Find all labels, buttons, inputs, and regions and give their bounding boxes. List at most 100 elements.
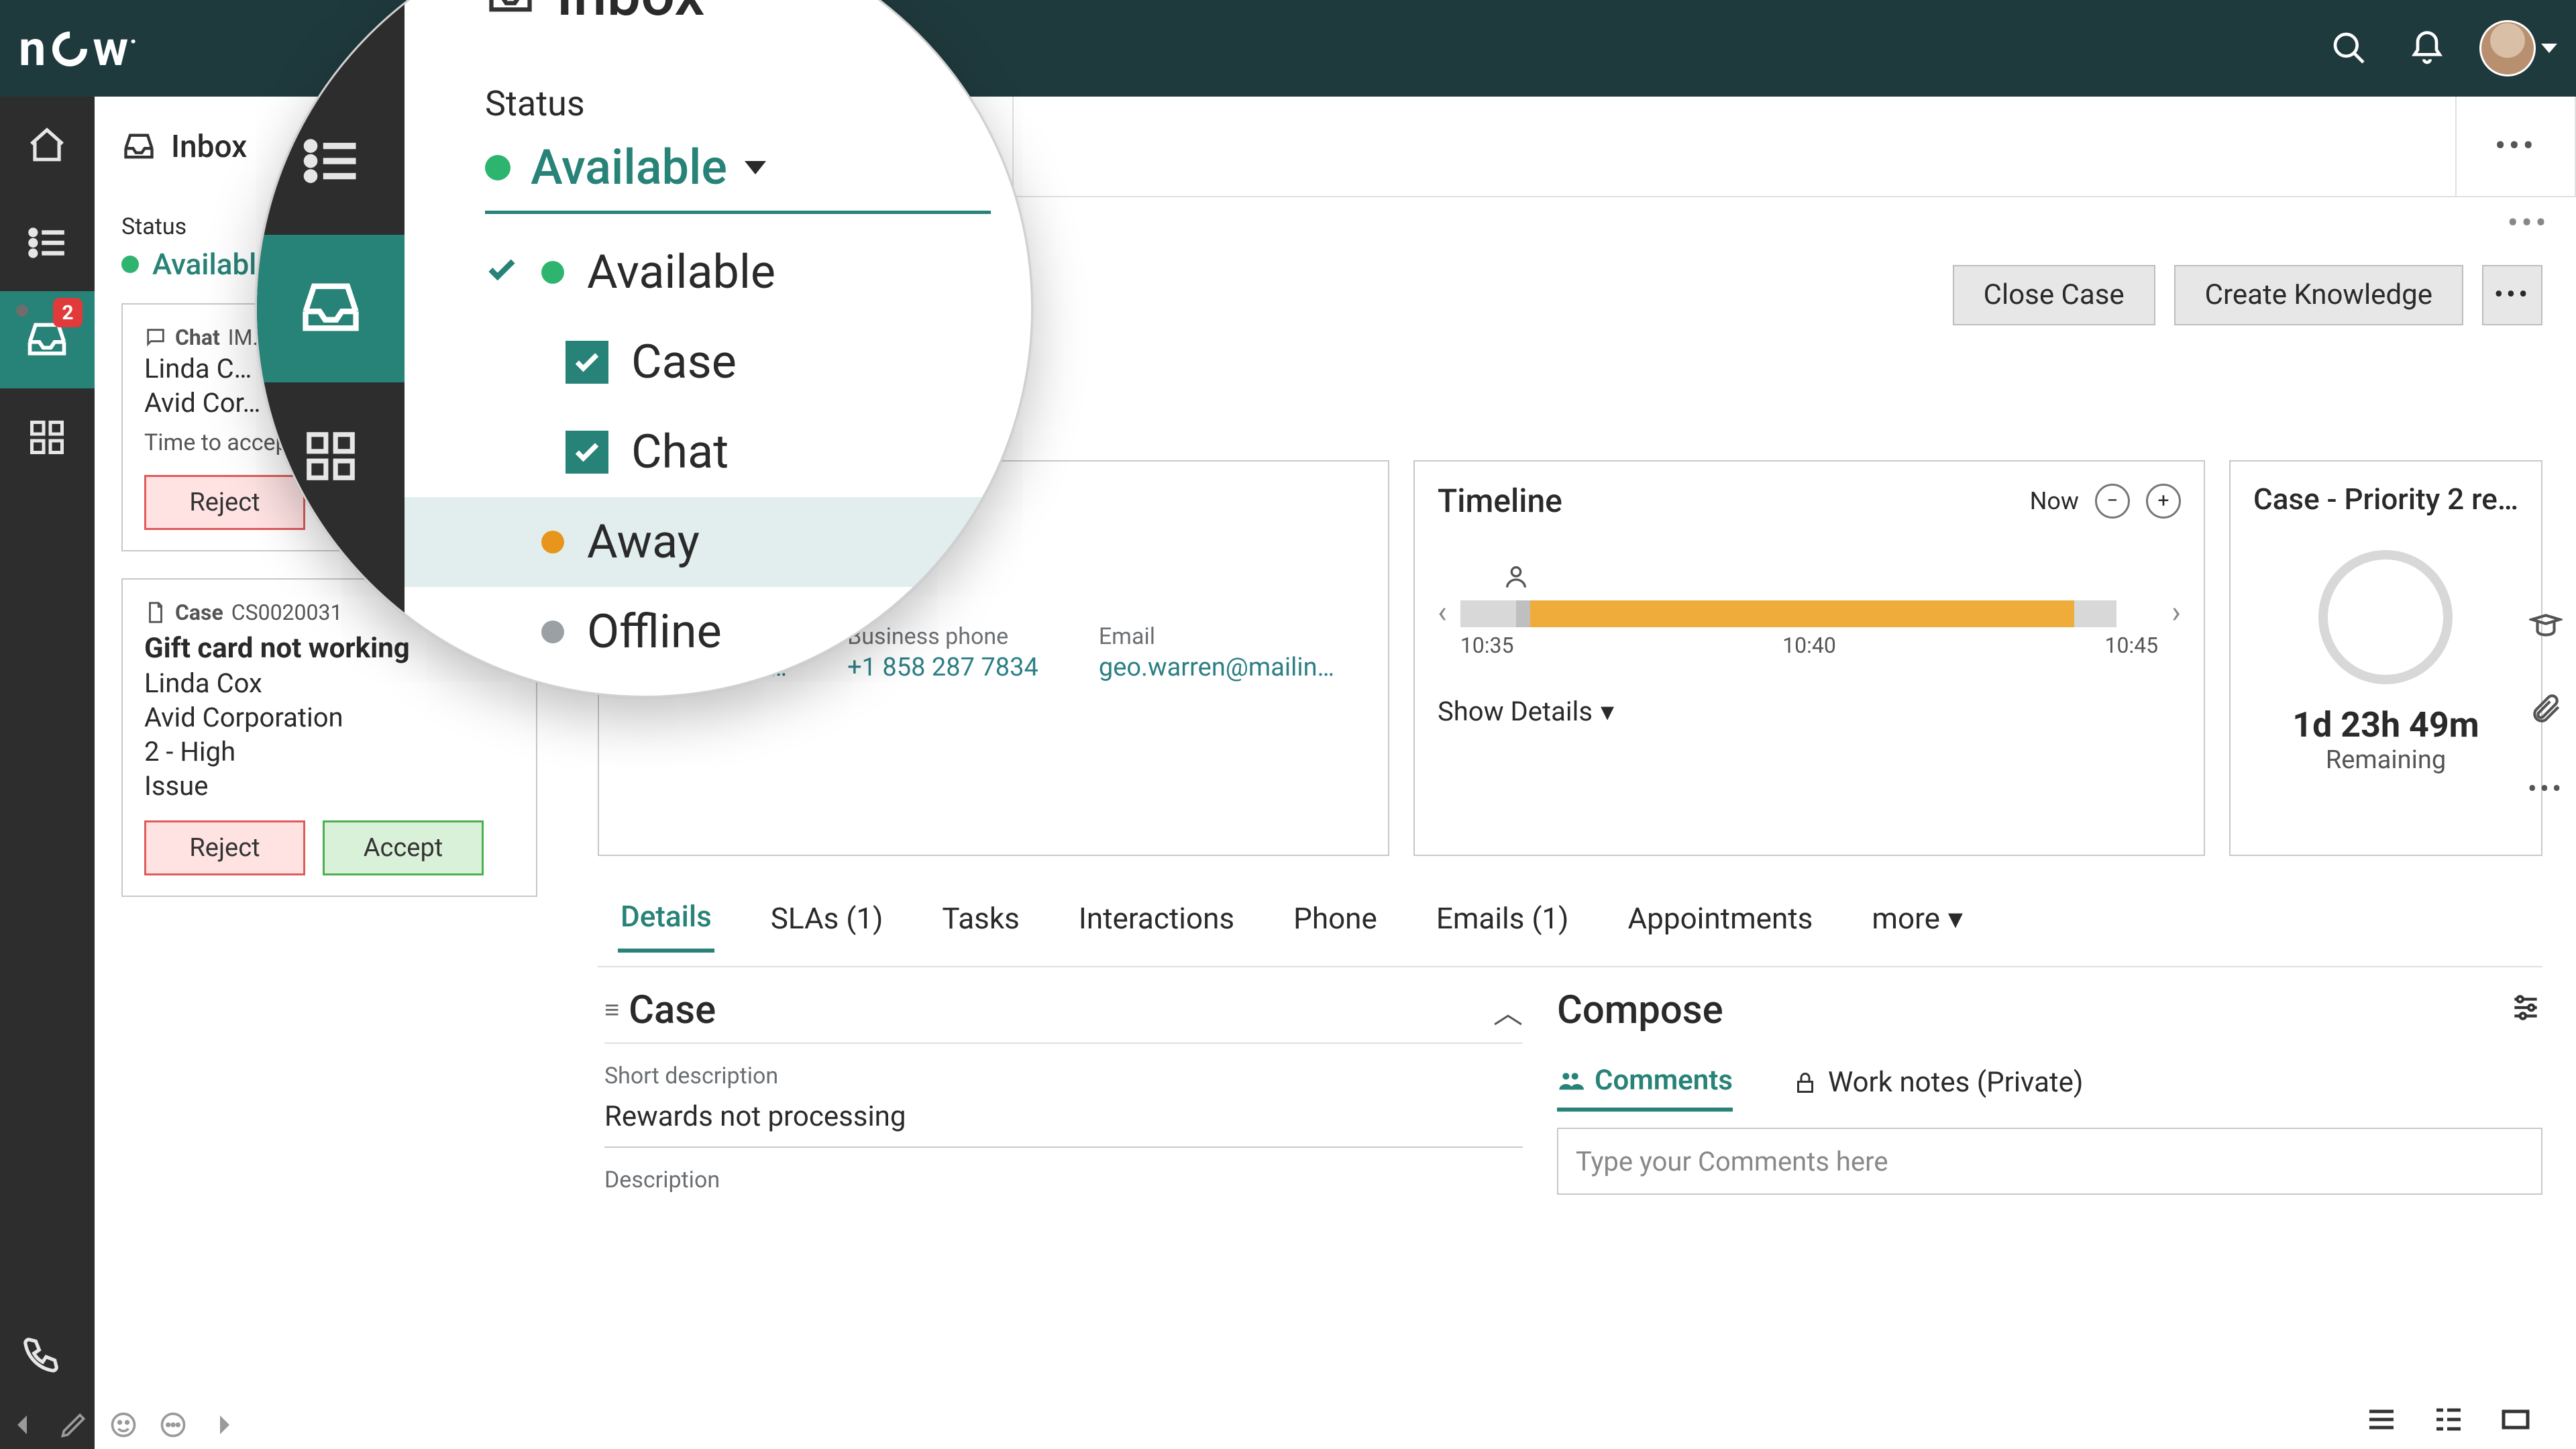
card-priority: 2 - High xyxy=(144,736,515,767)
tick: 10:45 xyxy=(2104,633,2158,658)
card-type: Chat xyxy=(175,325,220,350)
user-menu-caret-icon[interactable] xyxy=(2541,44,2557,53)
chevron-right-icon[interactable]: › xyxy=(2171,594,2181,631)
short-description-input[interactable]: Rewards not processing xyxy=(604,1095,1523,1148)
attachment-icon[interactable] xyxy=(2526,688,2566,729)
presence-dot-icon xyxy=(16,305,28,317)
status-option-away[interactable]: Away xyxy=(405,497,1031,587)
chat-icon xyxy=(144,326,167,349)
field-label: Description xyxy=(604,1167,1523,1193)
more-circle-icon[interactable] xyxy=(153,1405,193,1445)
card-category: Issue xyxy=(144,770,515,802)
tab-slas[interactable]: SLAs (1) xyxy=(768,894,886,951)
field-label: Short description xyxy=(604,1063,1523,1089)
section-title: Case xyxy=(629,987,716,1033)
nav-inbox[interactable]: 2 xyxy=(0,291,95,388)
dock-more-icon[interactable]: ••• xyxy=(2526,769,2566,809)
zoom-nav-inbox xyxy=(257,235,405,382)
tab-appointments[interactable]: Appointments xyxy=(1625,894,1815,951)
nav-apps[interactable] xyxy=(0,388,95,486)
right-dock: ••• xyxy=(2516,608,2576,809)
search-icon[interactable] xyxy=(2317,16,2381,80)
pencil-icon[interactable] xyxy=(54,1405,94,1445)
zoom-lens-overlay: Inbox Status Available Available Case Ch… xyxy=(255,0,1033,698)
compose-input[interactable]: Type your Comments here xyxy=(1557,1128,2542,1195)
tick: 10:40 xyxy=(1782,633,1836,658)
tab-emails[interactable]: Emails (1) xyxy=(1434,894,1572,951)
compose-tab-worknotes[interactable]: Work notes (Private) xyxy=(1793,1064,2084,1112)
option-label: Available xyxy=(587,245,775,300)
tab-tasks[interactable]: Tasks xyxy=(939,894,1022,951)
contact-label: Email xyxy=(1099,623,1334,650)
tab-details[interactable]: Details xyxy=(618,892,714,953)
accept-button[interactable]: Accept xyxy=(323,820,484,875)
timeline-now: Now xyxy=(2030,487,2079,515)
nav-home[interactable] xyxy=(0,97,95,194)
reject-button[interactable]: Reject xyxy=(144,820,305,875)
option-label: Away xyxy=(587,515,700,570)
nav-list[interactable] xyxy=(0,194,95,291)
sla-title: Case - Priority 2 re… xyxy=(2253,482,2518,517)
view-timeline-icon[interactable] xyxy=(2428,1403,2469,1436)
inbox-title: Inbox xyxy=(171,129,247,165)
option-label: Case xyxy=(631,335,737,390)
document-icon xyxy=(144,601,167,624)
arrow-right-icon[interactable] xyxy=(203,1405,243,1445)
create-knowledge-button[interactable]: Create Knowledge xyxy=(2174,265,2463,325)
close-case-button[interactable]: Close Case xyxy=(1953,265,2155,325)
settings-icon[interactable] xyxy=(2509,991,2542,1030)
card-type: Case xyxy=(175,600,223,625)
left-nav: 2 xyxy=(0,97,95,1449)
channel-option-case[interactable]: Case xyxy=(485,317,991,407)
chevron-up-icon[interactable]: ︿ xyxy=(1493,989,1523,1032)
user-avatar[interactable] xyxy=(2479,20,2536,76)
content-more-icon[interactable]: ••• xyxy=(2507,204,2549,243)
sla-panel: Case - Priority 2 re… 1d 23h 49m Remaini… xyxy=(2229,460,2542,856)
zoom-status-label: Status xyxy=(485,83,991,124)
bell-icon[interactable] xyxy=(2395,16,2459,80)
timeline-panel: Timeline Now − + ‹ xyxy=(1413,460,2205,856)
zoom-inbox-title: Inbox xyxy=(556,0,705,30)
caret-down-icon xyxy=(745,161,766,174)
compose-section: Compose Comments Work notes (Private) xyxy=(1557,967,2542,1288)
status-option-available[interactable]: Available xyxy=(485,227,991,317)
zoom-nav-apps xyxy=(257,382,405,530)
chevron-left-icon[interactable]: ‹ xyxy=(1438,594,1447,631)
activity-view-switch xyxy=(2361,1403,2536,1436)
phone-icon[interactable] xyxy=(20,1334,62,1382)
compose-title: Compose xyxy=(1557,987,1723,1033)
tab-interactions[interactable]: Interactions xyxy=(1076,894,1237,951)
tab-phone[interactable]: Phone xyxy=(1291,894,1380,951)
smiley-icon[interactable] xyxy=(103,1405,144,1445)
compose-tab-comments[interactable]: Comments xyxy=(1557,1064,1733,1112)
sla-remaining: Remaining xyxy=(2253,745,2518,775)
option-label: Chat xyxy=(631,425,729,480)
status-option-offline[interactable]: Offline xyxy=(485,587,991,677)
drag-handle-icon[interactable]: ≡ xyxy=(604,996,615,1025)
inbox-badge: 2 xyxy=(53,298,83,327)
view-card-icon[interactable] xyxy=(2496,1403,2536,1436)
sla-time: 1d 23h 49m xyxy=(2253,704,2518,745)
zoom-left-nav xyxy=(257,0,405,696)
inbox-icon xyxy=(485,0,536,20)
view-list-icon[interactable] xyxy=(2361,1403,2402,1436)
zoom-in-icon[interactable]: + xyxy=(2146,484,2181,519)
zoom-status-dropdown[interactable]: Available xyxy=(485,139,991,214)
channel-option-chat[interactable]: Chat xyxy=(485,407,991,497)
knowledge-icon[interactable] xyxy=(2526,608,2566,648)
check-icon xyxy=(485,253,519,292)
zoom-out-icon[interactable]: − xyxy=(2095,484,2130,519)
tab-more[interactable]: more▾ xyxy=(1869,894,1966,951)
sla-ring-icon xyxy=(2318,550,2453,684)
case-more-button[interactable]: ••• xyxy=(2482,265,2542,325)
card-company: Avid Corporation xyxy=(144,702,515,733)
contact-link[interactable]: geo.warren@mailin… xyxy=(1099,653,1334,682)
show-details-toggle[interactable]: Show Details ▾ xyxy=(1438,696,2181,727)
contact-email: Email geo.warren@mailin… xyxy=(1099,623,1334,682)
status-dot-icon xyxy=(541,531,564,553)
tab-overflow[interactable]: ••• xyxy=(2455,97,2576,196)
timeline-title: Timeline xyxy=(1438,482,1562,520)
arrow-left-icon[interactable] xyxy=(4,1405,44,1445)
lock-icon xyxy=(1793,1071,1817,1095)
timeline-track[interactable]: 10:35 10:40 10:45 xyxy=(1460,567,2158,658)
